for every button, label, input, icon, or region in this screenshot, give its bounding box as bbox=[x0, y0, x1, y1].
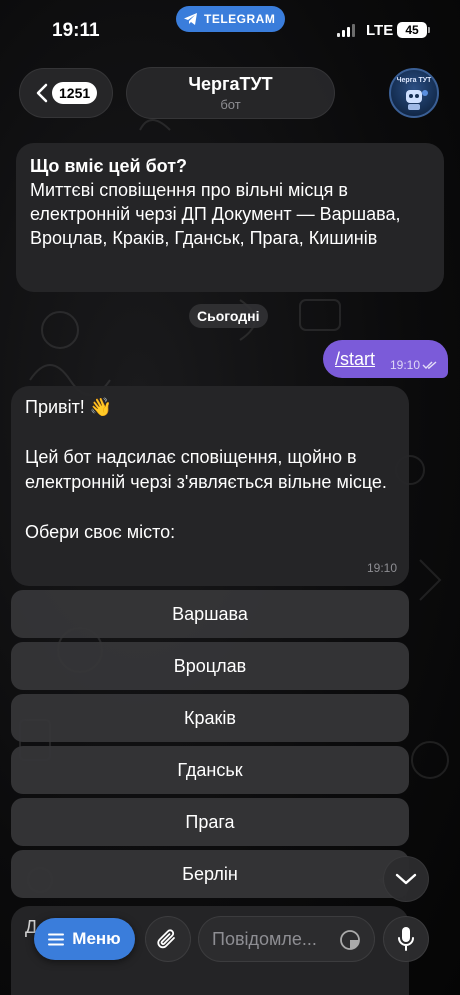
city-button-warsaw[interactable]: Варшава bbox=[11, 590, 409, 638]
telegram-icon bbox=[184, 13, 197, 25]
chevron-down-icon bbox=[395, 873, 417, 885]
bot-info-message: Що вміє цей бот? Миттєві сповіщення про … bbox=[16, 143, 444, 292]
bot-info-title: Що вміє цей бот? bbox=[30, 156, 188, 176]
paperclip-icon bbox=[157, 929, 175, 949]
bot-info-body: Миттєві сповіщення про вільні місця в ел… bbox=[30, 180, 401, 248]
clock-time: 19:11 bbox=[52, 20, 100, 41]
start-command-link[interactable]: /start bbox=[335, 349, 375, 370]
double-check-icon bbox=[422, 361, 437, 369]
outgoing-message[interactable]: /start 19:10 bbox=[323, 340, 448, 378]
sticker-icon[interactable] bbox=[338, 928, 362, 952]
scroll-down-button[interactable] bbox=[383, 856, 429, 902]
battery-icon: 45 bbox=[397, 22, 430, 38]
menu-icon bbox=[48, 933, 65, 945]
robot-icon bbox=[406, 90, 428, 110]
city-button-gdansk[interactable]: Гданськ bbox=[11, 746, 409, 794]
chevron-left-icon bbox=[36, 83, 48, 103]
network-type: LTE bbox=[366, 22, 394, 39]
bot-avatar[interactable]: Черга ТУТ bbox=[389, 68, 439, 118]
message-meta: 19:10 bbox=[390, 358, 438, 372]
prompt-text: Обери своє місто: bbox=[25, 522, 176, 542]
message-time: 19:10 bbox=[389, 358, 420, 372]
microphone-icon bbox=[398, 927, 414, 951]
city-button-krakow[interactable]: Краків bbox=[11, 694, 409, 742]
city-button-wroclaw[interactable]: Вроцлав bbox=[11, 642, 409, 690]
telegram-pill-label: TELEGRAM bbox=[204, 12, 276, 26]
telegram-pill[interactable]: TELEGRAM bbox=[176, 6, 286, 32]
status-bar: 19:11 TELEGRAM LTE 45 bbox=[0, 0, 460, 60]
city-button-prague[interactable]: Прага bbox=[11, 798, 409, 846]
voice-button[interactable] bbox=[383, 916, 429, 962]
bot-menu-button[interactable]: Меню bbox=[34, 918, 135, 960]
signal-icon bbox=[337, 24, 355, 37]
battery-level: 45 bbox=[405, 23, 419, 37]
chat-screen: 19:11 TELEGRAM LTE 45 1251 ЧергаТУТ бот … bbox=[0, 0, 460, 995]
message-time: 19:10 bbox=[366, 561, 397, 575]
message-input-placeholder: Повідомле... bbox=[212, 928, 317, 949]
description-text: Цей бот надсилає сповіщення, щойно в еле… bbox=[25, 447, 387, 492]
chat-subtitle: бот bbox=[220, 97, 241, 112]
chat-name: ЧергаТУТ bbox=[188, 74, 273, 94]
menu-button-label: Меню bbox=[72, 929, 121, 948]
attach-button[interactable] bbox=[145, 916, 191, 962]
chat-title[interactable]: ЧергаТУТ бот bbox=[126, 67, 335, 119]
date-separator: Сьогодні bbox=[189, 304, 268, 328]
greeting-text: Привіт! 👋 bbox=[25, 397, 113, 417]
message-input[interactable]: Повідомле... bbox=[198, 916, 375, 962]
incoming-message: Привіт! 👋 Цей бот надсилає сповіщення, щ… bbox=[11, 386, 409, 586]
back-button[interactable]: 1251 bbox=[19, 68, 113, 118]
city-button-berlin[interactable]: Берлін bbox=[11, 850, 409, 898]
unread-count-badge: 1251 bbox=[52, 82, 98, 104]
